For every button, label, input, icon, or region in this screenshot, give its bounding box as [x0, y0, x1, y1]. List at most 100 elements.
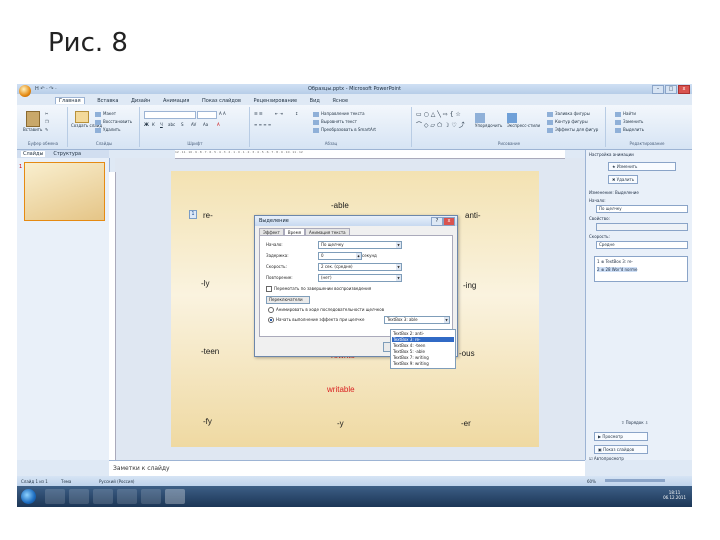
smartart-button[interactable]: Преобразовать в SmartArt — [313, 127, 376, 133]
zoom-level[interactable]: 60% — [587, 479, 596, 484]
tab-home[interactable]: Главная — [55, 97, 85, 104]
dropdown-item[interactable]: TextBox 7: writing — [392, 355, 454, 360]
explorer-icon[interactable] — [69, 489, 89, 504]
align-icons[interactable]: ≡ ≡ ≡ ≡ — [254, 122, 271, 127]
word-able[interactable]: -able — [331, 201, 349, 210]
word-ous[interactable]: -ous — [459, 349, 475, 358]
delete-effect-button[interactable]: ✖ Удалить — [608, 175, 639, 184]
start-select[interactable]: По щелчку ▼ — [318, 241, 402, 249]
word-teen[interactable]: -teen — [201, 347, 219, 356]
dropdown-item-selected[interactable]: TextBox 3: re- — [392, 337, 454, 342]
media-player-icon[interactable] — [93, 489, 113, 504]
close-button[interactable]: x — [678, 85, 690, 94]
find-button[interactable]: Найти — [615, 111, 636, 117]
repeat-select[interactable]: (нет) ▼ — [318, 274, 402, 282]
start-button[interactable] — [21, 489, 36, 504]
triggers-button[interactable]: Переключатели — [266, 296, 310, 304]
font-grow-icon[interactable]: A A — [219, 111, 226, 116]
word-y[interactable]: -y — [337, 419, 344, 428]
font-size-combo[interactable] — [197, 111, 217, 119]
word-ing[interactable]: -ing — [463, 281, 476, 290]
start-select[interactable]: По щелчку — [596, 205, 688, 213]
italic-icon[interactable]: К — [152, 122, 155, 127]
arrange-button[interactable]: Упорядочить — [475, 113, 502, 128]
font-family-combo[interactable] — [144, 111, 196, 119]
bullets-icon[interactable]: ☰ ☰ — [254, 111, 262, 116]
dropdown-item[interactable]: TextBox 4: -teen — [392, 343, 454, 348]
shapes-gallery-icon[interactable]: ▭ ○ △ ╲ ⇨ { ☆ — [416, 111, 461, 118]
tab-extra[interactable]: Ясное — [332, 98, 348, 104]
case-icon[interactable]: Aa — [203, 122, 208, 127]
system-clock[interactable]: 18:11 06.12.2011 — [663, 490, 686, 500]
word-er[interactable]: -er — [461, 419, 471, 428]
tab-slides[interactable]: Слайды — [21, 151, 46, 157]
dropdown-item[interactable]: TextBox 2: anti- — [392, 331, 454, 336]
tab-animation[interactable]: Анимация — [163, 98, 189, 104]
effects-button[interactable]: Эффекты для фигур — [547, 127, 598, 133]
word-fy[interactable]: -fy — [203, 417, 212, 426]
maximize-button[interactable]: □ — [665, 85, 677, 94]
delete-slide-button[interactable]: Удалить — [95, 127, 121, 133]
minimize-button[interactable]: – — [652, 85, 664, 94]
select-button[interactable]: Выделить — [615, 127, 644, 133]
tab-slideshow[interactable]: Показ слайдов — [202, 98, 241, 104]
autopreview-checkbox[interactable]: ☑ Автопросмотр — [589, 456, 624, 461]
duration-select[interactable]: 2 сек. (средне) ▼ — [318, 263, 402, 271]
delay-input[interactable]: 0 ◆ — [318, 252, 362, 260]
bold-icon[interactable]: Ж — [144, 122, 149, 127]
dropdown-item[interactable]: TextBox 5: -able — [392, 349, 454, 354]
fill-button[interactable]: Заливка фигуры — [547, 111, 590, 117]
status-language[interactable]: Русский (Россия) — [99, 479, 134, 484]
tab-review[interactable]: Рецензирование — [253, 98, 297, 104]
word-re[interactable]: re- — [203, 211, 213, 220]
slideshow-button[interactable]: ▣ Показ слайдов — [594, 445, 648, 454]
format-painter-icon[interactable]: ✎ — [45, 127, 48, 132]
underline-icon[interactable]: Ч — [160, 122, 163, 127]
word-ly[interactable]: -ly — [201, 279, 209, 288]
quick-styles-button[interactable]: Экспресс-стили — [507, 113, 540, 128]
play-button[interactable]: ▶ Просмотр — [594, 432, 648, 441]
paste-button[interactable]: Вставить — [23, 111, 42, 132]
font-color-icon[interactable]: A — [217, 122, 220, 127]
word-writable[interactable]: writable — [327, 385, 355, 394]
copy-icon[interactable]: ❐ — [45, 119, 49, 124]
animation-marker[interactable]: 1 — [189, 210, 197, 219]
animation-list-item[interactable]: 2 ⊗ 28 Wor'd norme — [597, 267, 638, 272]
tab-design[interactable]: Дизайн — [131, 98, 150, 104]
app-icon[interactable] — [117, 489, 137, 504]
trigger-select[interactable]: TextBox 3: able ▼ — [384, 316, 450, 324]
animation-list-item[interactable]: 1 ⊗ TextBox 3: re- — [597, 259, 633, 264]
shapes-gallery-row2-icon[interactable]: ⌒ ◇ ▱ ⬠ ☽ ♡ ⤴ — [416, 120, 465, 129]
reorder-control[interactable]: ⇧ Порядок ⇩ — [621, 420, 648, 425]
notes-pane[interactable]: Заметки к слайду — [109, 460, 585, 477]
text-direction-button[interactable]: Направление текста — [313, 111, 365, 117]
ie-icon[interactable] — [45, 489, 65, 504]
speed-select[interactable]: Средне — [596, 241, 688, 249]
rewind-checkbox[interactable] — [266, 286, 272, 292]
align-text-button[interactable]: Выровнять текст — [313, 119, 357, 125]
change-effect-button[interactable]: ★ Изменить — [608, 162, 676, 171]
indent-icon[interactable]: ⇤ ⇥ — [275, 111, 283, 116]
radio-trigger[interactable] — [268, 317, 274, 323]
powerpoint-taskbar-icon[interactable] — [165, 489, 185, 504]
dropdown-item[interactable]: TextBox 9: writing — [392, 361, 454, 366]
tab-outline[interactable]: Структура — [53, 151, 81, 157]
cut-icon[interactable]: ✂ — [45, 111, 48, 116]
radio-sequence[interactable] — [268, 307, 274, 313]
reset-button[interactable]: Восстановить — [95, 119, 132, 125]
app2-icon[interactable] — [141, 489, 161, 504]
outline-button[interactable]: Контур фигуры — [547, 119, 588, 125]
spacing-icon[interactable]: AV — [191, 122, 196, 127]
tab-insert[interactable]: Вставка — [97, 98, 118, 104]
help-icon[interactable]: ? — [431, 217, 443, 226]
zoom-slider[interactable] — [605, 479, 665, 482]
layout-button[interactable]: Макет — [95, 111, 116, 117]
word-anti[interactable]: anti- — [465, 211, 481, 220]
vertical-ruler[interactable] — [109, 172, 116, 462]
slide-thumbnail[interactable] — [24, 162, 105, 221]
tab-view[interactable]: Вид — [310, 98, 320, 104]
strikethrough-icon[interactable]: abc — [168, 122, 175, 127]
dialog-close-icon[interactable]: x — [443, 217, 455, 226]
replace-button[interactable]: Заменить — [615, 119, 643, 125]
horizontal-ruler[interactable]: 12 · 11 · 10 · 9 · 8 · 7 · 6 · 5 · 4 · 3… — [175, 150, 565, 159]
